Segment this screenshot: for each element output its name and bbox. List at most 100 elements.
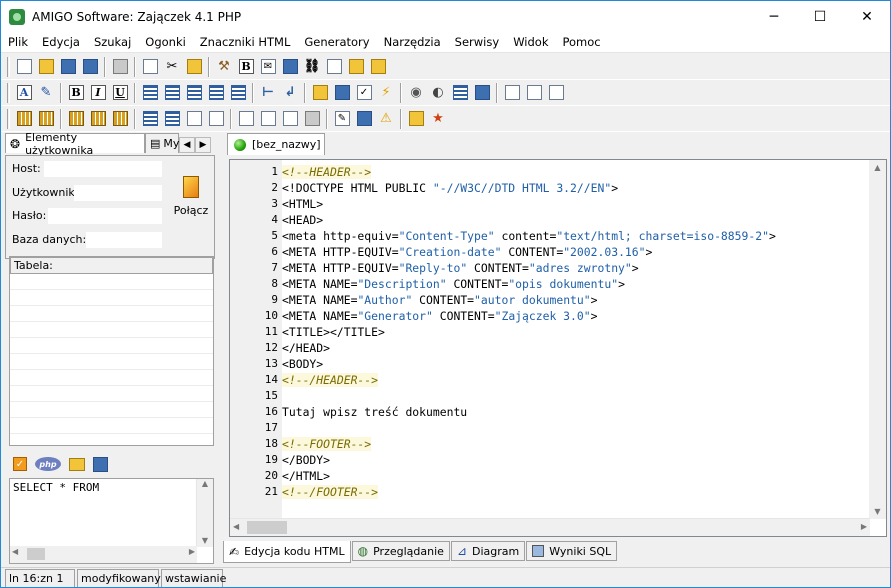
code-line[interactable]: 13 <BODY> — [265, 356, 870, 372]
tab-elementy-uzytkownika[interactable]: ❂ Elementy użytkownika — [5, 131, 145, 157]
table-list[interactable]: Tabela: — [9, 256, 214, 446]
media-button[interactable]: ◉ — [405, 82, 427, 104]
line-break-button[interactable]: ↲ — [279, 82, 301, 104]
code-line[interactable]: 14 <!--/HEADER--> — [265, 372, 870, 388]
editor-scroll-thumb[interactable] — [247, 521, 287, 534]
insert-button[interactable] — [331, 82, 353, 104]
editor-vertical-scrollbar[interactable]: ▲ ▼ — [869, 160, 886, 519]
tab-scroll-right-button[interactable]: ▶ — [195, 137, 211, 153]
form-list-button[interactable] — [161, 108, 183, 130]
edit-note-button[interactable]: ✎ — [331, 108, 353, 130]
menu-plik[interactable]: Plik — [1, 32, 35, 53]
menu-edycja[interactable]: Edycja — [35, 32, 87, 53]
paste-button[interactable] — [183, 56, 205, 78]
code-line[interactable]: 3 <HTML> — [271, 196, 870, 212]
frame-button[interactable] — [501, 82, 523, 104]
horizontal-rule-button[interactable]: ⊢ — [257, 82, 279, 104]
code-line[interactable]: 18 <!--FOOTER--> — [265, 436, 870, 452]
database-input[interactable] — [86, 232, 162, 248]
code-line[interactable]: 8 <META NAME="Description" CONTENT="opis … — [271, 276, 870, 292]
code-editor[interactable]: 1 <!--HEADER--> 2 <!DOCTYPE HTML PUBLIC "-/… — [229, 159, 887, 537]
code-line[interactable]: 11 <TITLE></TITLE> — [265, 324, 870, 340]
cell-button[interactable] — [87, 108, 109, 130]
password-input[interactable] — [48, 208, 162, 224]
menu-generatory[interactable]: Generatory — [297, 32, 376, 53]
editor-scroll-right-arrow[interactable]: ▶ — [861, 522, 867, 531]
tool-m-button[interactable]: ✉ — [257, 56, 279, 78]
underline-button[interactable]: U — [109, 82, 131, 104]
toolbar-grip[interactable] — [7, 108, 10, 129]
menu-znaczniki-html[interactable]: Znaczniki HTML — [193, 32, 298, 53]
scroll-left-arrow[interactable]: ◀ — [12, 547, 18, 556]
close-button[interactable]: ✕ — [844, 1, 890, 32]
title-bar[interactable]: AMIGO Software: Zajączek 4.1 PHP ─ ☐ ✕ — [1, 1, 890, 32]
textarea-button[interactable] — [257, 108, 279, 130]
host-input[interactable] — [44, 161, 162, 177]
menu-szukaj[interactable]: Szukaj — [87, 32, 138, 53]
image-button[interactable] — [279, 56, 301, 78]
tab-my[interactable]: ▤ My — [145, 133, 179, 153]
header-cell-button[interactable] — [109, 108, 131, 130]
table-props-button[interactable] — [35, 108, 57, 130]
tab-wyniki-sql[interactable]: Wyniki SQL — [526, 541, 618, 561]
code-line[interactable]: 10 <META NAME="Generator" CONTENT="Zającz… — [265, 308, 870, 324]
toolbar-grip[interactable] — [7, 56, 10, 77]
save-sql-icon[interactable] — [93, 456, 108, 472]
row-button[interactable] — [65, 108, 87, 130]
select-button[interactable] — [301, 108, 323, 130]
save-file-button[interactable] — [57, 56, 79, 78]
menu-serwisy[interactable]: Serwisy — [448, 32, 507, 53]
list-button[interactable] — [449, 82, 471, 104]
align-center-button[interactable] — [183, 82, 205, 104]
scroll-right-arrow[interactable]: ▶ — [189, 547, 195, 556]
save-all-button[interactable] — [79, 56, 101, 78]
maximize-button[interactable]: ☐ — [797, 1, 843, 32]
tool-b-button[interactable]: B — [235, 56, 257, 78]
editor-scroll-down-arrow[interactable]: ▼ — [869, 507, 886, 516]
form-tree-button[interactable] — [139, 108, 161, 130]
connect-button[interactable]: Połącz — [171, 164, 211, 228]
doc-blue-button[interactable] — [323, 56, 345, 78]
sql-query-input[interactable]: SELECT * FROM ▲ ▼ ◀ ▶ — [9, 478, 214, 564]
php-icon[interactable]: php — [35, 457, 61, 471]
code-line[interactable]: 2 <!DOCTYPE HTML PUBLIC "-//W3C//DTD HTML… — [271, 180, 870, 196]
export-button[interactable] — [545, 82, 567, 104]
user-input[interactable] — [74, 185, 162, 201]
lightning-button[interactable]: ⚡ — [375, 82, 397, 104]
toolbar-grip[interactable] — [7, 82, 10, 103]
menu-narzedzia[interactable]: Narzędzia — [377, 32, 448, 53]
align-left-button[interactable] — [161, 82, 183, 104]
brush-button[interactable]: ✎ — [35, 82, 57, 104]
paragraph-button[interactable] — [139, 82, 161, 104]
document-tab[interactable]: [bez_nazwy] — [227, 133, 325, 155]
code-line[interactable]: 7 <META HTTP-EQUIV="Reply-to" CONTENT="ad… — [271, 260, 870, 276]
code-line[interactable]: 15 — [265, 388, 870, 404]
code-line[interactable]: 1 <!--HEADER--> — [271, 164, 870, 180]
align-right-button[interactable] — [205, 82, 227, 104]
sql-scroll-thumb[interactable] — [27, 548, 45, 560]
form-input-button[interactable] — [183, 108, 205, 130]
code-line[interactable]: 21 <!--/FOOTER--> — [265, 484, 870, 500]
menu-ogonki[interactable]: Ogonki — [138, 32, 193, 53]
form-button[interactable] — [523, 82, 545, 104]
tab-edycja-kodu-html[interactable]: ✍ Edycja kodu HTML — [223, 541, 351, 563]
code-line[interactable]: 6 <META HTTP-EQUIV="Creation-date" CONTEN… — [271, 244, 870, 260]
form-field-button[interactable] — [205, 108, 227, 130]
editor-scroll-left-arrow[interactable]: ◀ — [233, 522, 239, 531]
run-check-icon[interactable]: ✓ — [13, 457, 27, 471]
font-button[interactable]: A — [13, 82, 35, 104]
link-button[interactable]: ⛓ — [301, 56, 323, 78]
tab-scroll-left-button[interactable]: ◀ — [179, 137, 195, 153]
code-line[interactable]: 20 </HTML> — [265, 468, 870, 484]
marquee-button[interactable]: ◐ — [427, 82, 449, 104]
editor-horizontal-scrollbar[interactable]: ◀ ▶ — [230, 518, 870, 536]
code-line[interactable]: 16 Tutaj wpisz treść dokumentu — [265, 404, 870, 420]
image-map-button[interactable] — [353, 108, 375, 130]
checkbox-button[interactable] — [279, 108, 301, 130]
bold-button[interactable]: B — [65, 82, 87, 104]
copy-button[interactable] — [139, 56, 161, 78]
tab-diagram[interactable]: ⊿ Diagram — [450, 541, 526, 561]
cut-button[interactable]: ✂ — [161, 56, 183, 78]
italic-button[interactable]: I — [87, 82, 109, 104]
justify-button[interactable] — [227, 82, 249, 104]
